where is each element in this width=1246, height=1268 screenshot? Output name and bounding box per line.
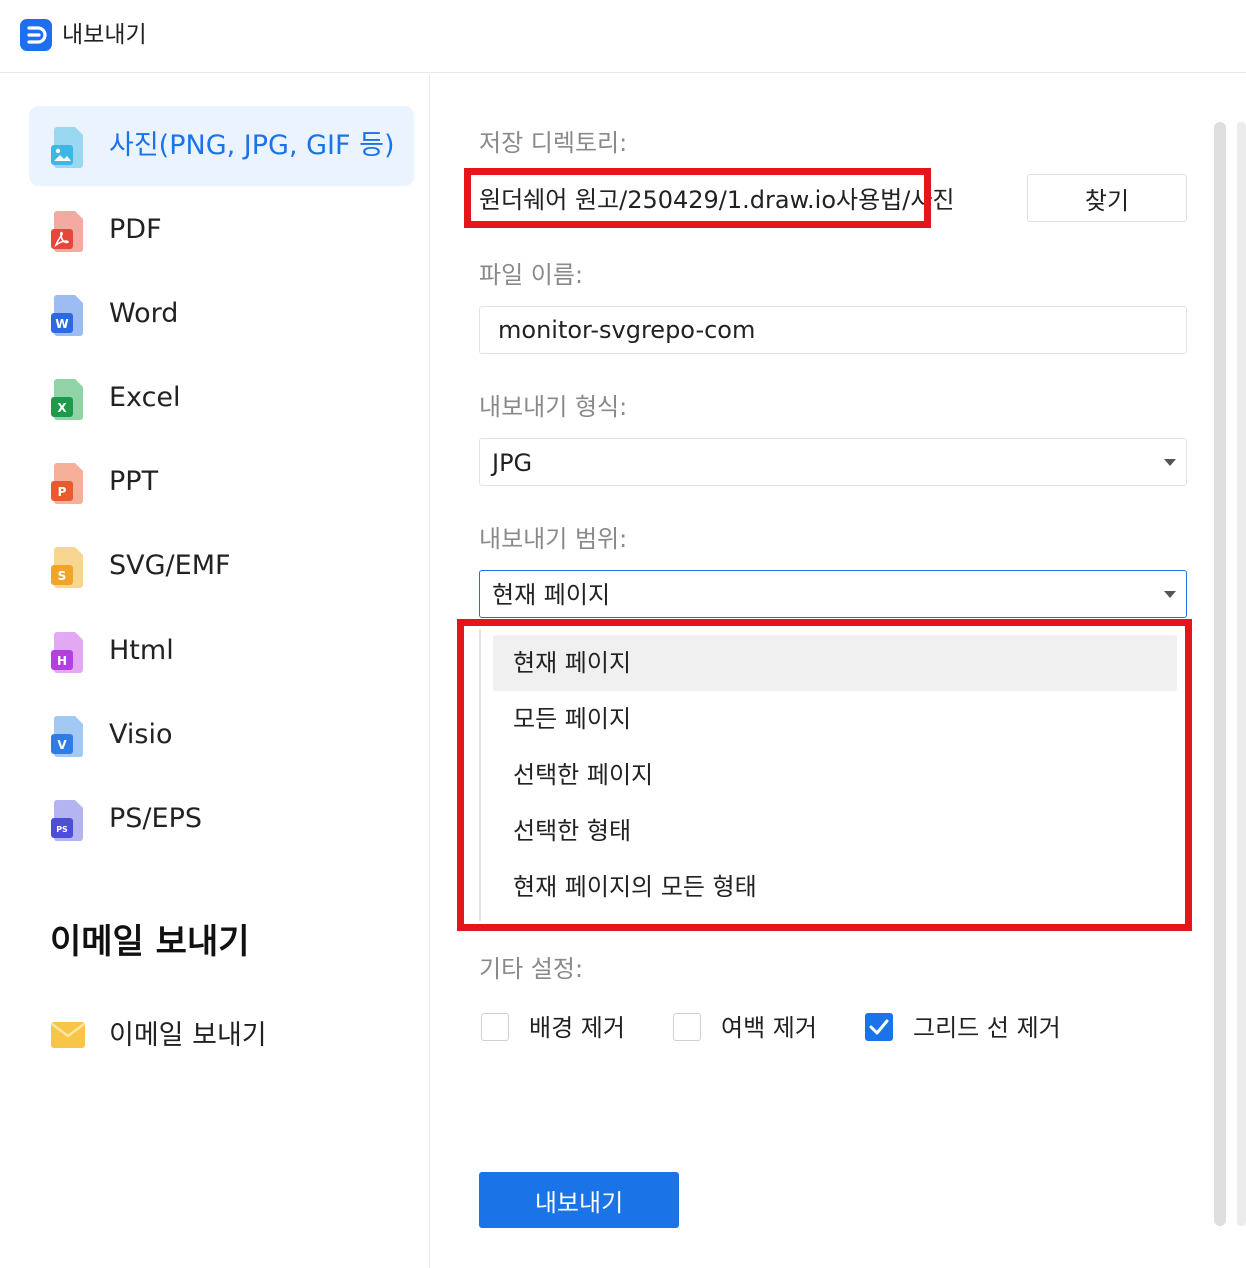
- range-option[interactable]: 선택한 페이지: [493, 747, 1177, 803]
- checkbox-box[interactable]: [481, 1013, 509, 1041]
- excel-file-icon: X: [49, 377, 87, 421]
- other-settings-label: 기타 설정:: [479, 955, 584, 983]
- sidebar-item-word[interactable]: W Word: [29, 274, 414, 354]
- svg-text:S: S: [58, 569, 67, 583]
- checkbox-label: 여백 제거: [721, 1014, 817, 1042]
- svg-text:V: V: [57, 738, 67, 752]
- image-file-icon: [49, 125, 87, 169]
- export-settings-panel: 저장 디렉토리: 원더쉐어 원고/250429/1.draw.io사용법/사진 …: [431, 74, 1246, 1268]
- range-label: 내보내기 범위:: [479, 525, 628, 553]
- range-select[interactable]: 현재 페이지: [479, 570, 1187, 618]
- checkmark-icon: [869, 1019, 889, 1035]
- app-logo-icon: [20, 19, 52, 51]
- range-dropdown: 현재 페이지 모든 페이지 선택한 페이지 선택한 형태 현재 페이지의 모든 …: [479, 629, 1179, 921]
- title-bar: 내보내기: [0, 0, 1246, 73]
- sidebar-item-label: Excel: [109, 382, 181, 413]
- ppt-file-icon: P: [49, 461, 87, 505]
- svg-text:H: H: [57, 654, 67, 668]
- save-dir-label: 저장 디렉토리:: [479, 129, 628, 157]
- sidebar: 사진(PNG, JPG, GIF 등) PDF W Word X Excel P…: [0, 74, 430, 1268]
- format-select[interactable]: JPG: [479, 438, 1187, 486]
- checkbox-box[interactable]: [673, 1013, 701, 1041]
- sidebar-item-html[interactable]: H Html: [29, 611, 414, 691]
- email-item-label: 이메일 보내기: [109, 1020, 267, 1051]
- svg-text:X: X: [57, 401, 67, 415]
- range-option[interactable]: 현재 페이지의 모든 형태: [493, 859, 1177, 915]
- sidebar-item-ppt[interactable]: P PPT: [29, 442, 414, 522]
- save-dir-path: 원더쉐어 원고/250429/1.draw.io사용법/사진: [479, 186, 955, 214]
- sidebar-item-svg[interactable]: S SVG/EMF: [29, 526, 414, 606]
- svg-file-icon: S: [49, 545, 87, 589]
- visio-file-icon: V: [49, 714, 87, 758]
- checkbox-box[interactable]: [865, 1013, 893, 1041]
- format-select-value: JPG: [492, 449, 533, 477]
- range-option[interactable]: 현재 페이지: [493, 635, 1177, 691]
- sidebar-item-label: SVG/EMF: [109, 550, 231, 581]
- sidebar-item-label: PS/EPS: [109, 803, 202, 834]
- browse-button[interactable]: 찾기: [1027, 174, 1187, 222]
- window-title: 내보내기: [62, 22, 147, 48]
- svg-text:P: P: [58, 485, 67, 499]
- html-file-icon: H: [49, 630, 87, 674]
- sidebar-item-excel[interactable]: X Excel: [29, 358, 414, 438]
- format-label: 내보내기 형식:: [479, 393, 628, 421]
- sidebar-item-label: Html: [109, 635, 174, 666]
- sidebar-item-label: Word: [109, 298, 179, 329]
- caret-down-icon: [1164, 591, 1176, 598]
- checkbox-label: 그리드 선 제거: [913, 1014, 1061, 1042]
- sidebar-item-ps-eps[interactable]: PS PS/EPS: [29, 779, 414, 859]
- file-name-label: 파일 이름:: [479, 261, 584, 289]
- sidebar-item-label: 사진(PNG, JPG, GIF 등): [109, 130, 395, 161]
- sidebar-item-label: PDF: [109, 214, 162, 245]
- sidebar-item-label: PPT: [109, 466, 159, 497]
- checkbox-label: 배경 제거: [529, 1014, 625, 1042]
- file-name-input[interactable]: [479, 306, 1187, 354]
- word-file-icon: W: [49, 293, 87, 337]
- pdf-file-icon: [49, 209, 87, 253]
- sidebar-item-pdf[interactable]: PDF: [29, 190, 414, 270]
- sidebar-item-visio[interactable]: V Visio: [29, 695, 414, 775]
- svg-text:PS: PS: [56, 825, 68, 834]
- envelope-icon: [51, 1022, 85, 1052]
- email-section-title: 이메일 보내기: [50, 922, 250, 962]
- caret-down-icon: [1164, 459, 1176, 466]
- sidebar-item-label: Visio: [109, 719, 173, 750]
- other-settings-group: 배경 제거 여백 제거 그리드 선 제거: [479, 1004, 1179, 1048]
- outer-scrollbar[interactable]: [1237, 122, 1246, 1226]
- sidebar-item-email[interactable]: 이메일 보내기: [29, 996, 414, 1076]
- range-option[interactable]: 선택한 형태: [493, 803, 1177, 859]
- range-select-value: 현재 페이지: [492, 581, 611, 609]
- export-button[interactable]: 내보내기: [479, 1172, 679, 1228]
- ps-file-icon: PS: [49, 798, 87, 842]
- sidebar-item-image[interactable]: 사진(PNG, JPG, GIF 등): [29, 106, 414, 186]
- range-option[interactable]: 모든 페이지: [493, 691, 1177, 747]
- svg-text:W: W: [55, 317, 68, 331]
- scrollbar[interactable]: [1214, 122, 1226, 1226]
